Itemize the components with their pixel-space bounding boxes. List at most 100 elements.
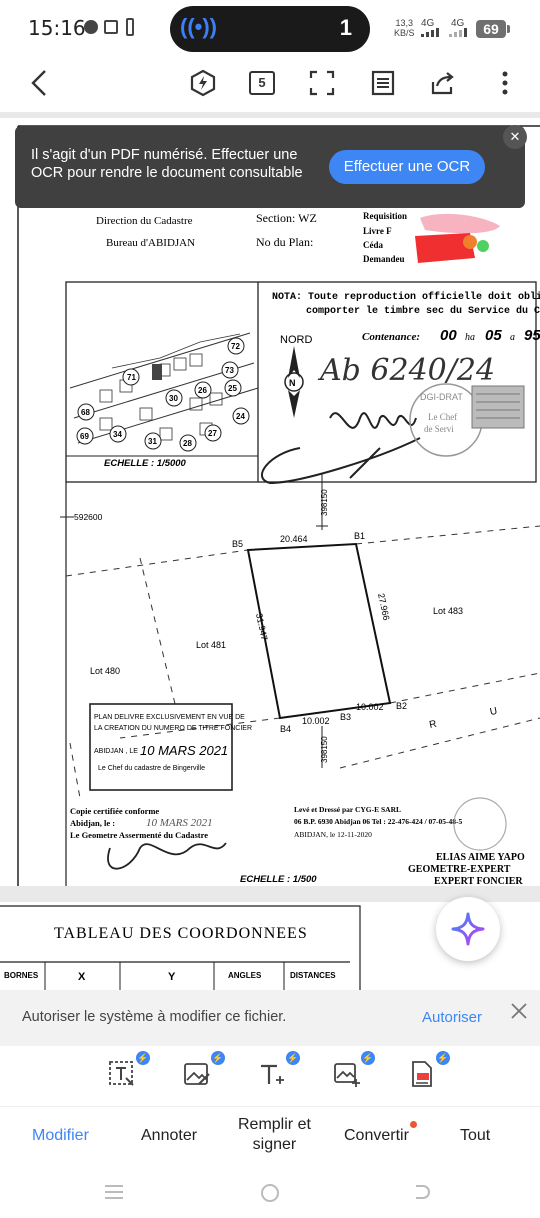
tab-convertir[interactable]: Convertir bbox=[344, 1127, 409, 1145]
pdf-tool[interactable]: ⚡ bbox=[408, 1051, 450, 1090]
tab-remplir-line1: Remplir et bbox=[238, 1116, 311, 1133]
map-num-26: 26 bbox=[198, 386, 207, 395]
premium-badge-icon: ⚡ bbox=[136, 1051, 150, 1065]
close-icon bbox=[511, 1003, 527, 1019]
coord-x-label: 592600 bbox=[74, 512, 103, 522]
map-num-30: 30 bbox=[169, 394, 178, 403]
borne-b5: B5 bbox=[232, 539, 243, 549]
header-bureau: Bureau d'ABIDJAN bbox=[106, 237, 195, 249]
add-image-tool[interactable]: ⚡ bbox=[333, 1051, 375, 1090]
tab-tout[interactable]: Tout bbox=[460, 1127, 490, 1145]
map-num-28: 28 bbox=[183, 439, 192, 448]
hexagon-bolt-icon bbox=[190, 69, 216, 97]
broadcast-icon: ((•)) bbox=[180, 14, 218, 39]
tab-modifier[interactable]: Modifier bbox=[32, 1127, 89, 1145]
redaction-green bbox=[477, 240, 489, 252]
distance-b5-b1: 20.464 bbox=[280, 534, 308, 544]
edit-text-tool[interactable]: ⚡ bbox=[108, 1051, 150, 1090]
dismiss-permission-button[interactable] bbox=[510, 1000, 528, 1026]
distance-b1-b2: 27.966 bbox=[376, 592, 392, 621]
add-image-icon bbox=[334, 1063, 360, 1087]
status-bar: 15:16 ((•)) 1 13,3 KB/S 4G 4G 69 bbox=[0, 0, 540, 58]
signal2-bars-icon bbox=[449, 28, 467, 37]
map-num-73: 73 bbox=[225, 366, 234, 375]
table-title: TABLEAU DES COORDONNEES bbox=[54, 925, 308, 942]
col-y: Y bbox=[168, 971, 176, 983]
map-num-68: 68 bbox=[81, 408, 90, 417]
map-num-69: 69 bbox=[80, 432, 89, 441]
bottom-tab-bar: Modifier Annoter Remplir et signer Conve… bbox=[0, 1106, 540, 1168]
echelle-map: ECHELLE : 1/5000 bbox=[104, 458, 187, 469]
net-speed-value: 13,3 bbox=[395, 18, 414, 28]
leve-line2: 06 B.P. 6930 Abidjan 06 Tel : 22-476-424… bbox=[294, 817, 463, 826]
document-list-icon bbox=[371, 70, 395, 96]
svg-text:N: N bbox=[289, 378, 296, 388]
ai-assistant-button[interactable] bbox=[436, 897, 500, 961]
stamp-line2: LA CREATION DU NUMERO DE TITRE FONCIER bbox=[94, 725, 252, 732]
premium-badge-icon: ⚡ bbox=[286, 1051, 300, 1065]
reading-mode-button[interactable] bbox=[368, 68, 398, 98]
fullscreen-button[interactable] bbox=[307, 68, 337, 98]
stamp-line3: ABIDJAN , LE bbox=[94, 748, 138, 755]
stamp-date: 10 MARS 2021 bbox=[140, 743, 228, 758]
map-num-24: 24 bbox=[236, 412, 245, 421]
edit-tools-row: ⚡ ⚡ ⚡ ⚡ ⚡ bbox=[0, 1046, 540, 1106]
stamp-line5: Le Chef du cadastre de Bingerville bbox=[98, 765, 205, 772]
col-bornes: BORNES bbox=[4, 971, 39, 980]
distance-b2-b3: 10.002 bbox=[356, 702, 384, 712]
battery-saver-icon bbox=[126, 18, 134, 36]
tab-remplir-signer[interactable]: Remplir et signer bbox=[238, 1115, 311, 1155]
lot-483: Lot 483 bbox=[433, 606, 463, 616]
ai-tools-button[interactable] bbox=[188, 68, 218, 98]
signature-2 bbox=[107, 842, 227, 870]
premium-badge-icon: ⚡ bbox=[436, 1051, 450, 1065]
copie-date: 10 MARS 2021 bbox=[146, 817, 213, 829]
header-plan-no: No du Plan: bbox=[256, 235, 313, 249]
dynamic-island-pill[interactable]: ((•)) 1 bbox=[170, 6, 370, 52]
share-button[interactable] bbox=[428, 68, 458, 98]
net-speed-unit: KB/S bbox=[394, 28, 415, 38]
copie-line1: Copie certifiée conforme bbox=[70, 806, 159, 816]
sim-icon bbox=[104, 20, 118, 34]
perform-ocr-button[interactable]: Effectuer une OCR bbox=[329, 150, 485, 184]
pdf-file-icon bbox=[412, 1061, 432, 1087]
notification-dot bbox=[410, 1121, 417, 1128]
add-text-icon bbox=[261, 1064, 284, 1084]
home-icon[interactable] bbox=[261, 1184, 279, 1202]
pill-counter: 1 bbox=[339, 15, 352, 40]
expert-line1: ELIAS AIME YAPO bbox=[436, 852, 525, 863]
header-ceda: Céda bbox=[363, 240, 383, 250]
header-livre: Livre F bbox=[363, 226, 392, 236]
permission-text: Autoriser le système à modifier ce fichi… bbox=[22, 1009, 287, 1025]
north-arrow-icon: N bbox=[284, 346, 304, 418]
authorize-button[interactable]: Autoriser bbox=[422, 1009, 482, 1026]
edit-image-tool[interactable]: ⚡ bbox=[183, 1051, 225, 1090]
contenance-ca: 95 bbox=[524, 327, 540, 344]
more-options-button[interactable] bbox=[490, 68, 520, 98]
col-x: X bbox=[78, 971, 86, 983]
map-num-31: 31 bbox=[148, 437, 157, 446]
copie-line2: Abidjan, le : bbox=[70, 818, 115, 828]
lot-480: Lot 480 bbox=[90, 666, 120, 676]
tab-remplir-line2: signer bbox=[252, 1136, 297, 1153]
round-stamp-text: DGI-DRAT bbox=[420, 392, 463, 402]
map-num-27: 27 bbox=[208, 429, 217, 438]
leve-line1: Levé et Dressé par CYG-E SARL bbox=[294, 805, 401, 814]
back-button[interactable] bbox=[24, 68, 54, 98]
share-icon bbox=[431, 72, 454, 95]
add-text-tool[interactable]: ⚡ bbox=[258, 1051, 300, 1090]
nord-label: NORD bbox=[280, 334, 312, 346]
document-viewport[interactable]: Direction du Cadastre Bureau d'ABIDJAN S… bbox=[0, 112, 540, 990]
messenger-icon bbox=[84, 20, 98, 34]
scanned-plan: Direction du Cadastre Bureau d'ABIDJAN S… bbox=[17, 125, 540, 886]
recent-apps-icon[interactable] bbox=[105, 1185, 123, 1199]
tab-annoter[interactable]: Annoter bbox=[141, 1127, 197, 1145]
permission-bar: Autoriser le système à modifier ce fichi… bbox=[0, 990, 540, 1046]
back-icon[interactable] bbox=[416, 1185, 430, 1199]
signature-mark bbox=[261, 412, 421, 485]
borne-b2: B2 bbox=[396, 701, 407, 711]
close-ocr-banner-button[interactable]: ✕ bbox=[503, 125, 527, 149]
ocr-message: Il s'agit d'un PDF numérisé. Effectuer u… bbox=[31, 147, 303, 181]
redaction-orange bbox=[463, 235, 477, 249]
page-indicator-button[interactable]: 5 bbox=[247, 68, 277, 98]
